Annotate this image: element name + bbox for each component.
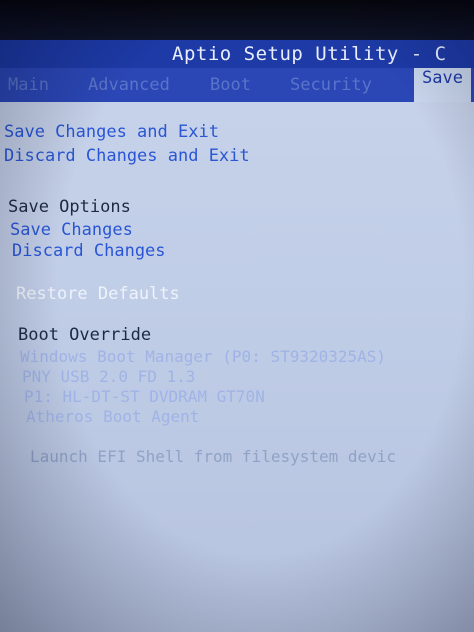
boot-override-item-dvdram[interactable]: P1: HL-DT-ST DVDRAM GT70N <box>24 387 265 406</box>
discard-changes-option[interactable]: Discard Changes <box>12 241 166 261</box>
launch-efi-shell-option[interactable]: Launch EFI Shell from filesystem devic <box>30 447 396 466</box>
tab-boot[interactable]: Boot <box>210 75 251 95</box>
boot-override-item-pny-usb[interactable]: PNY USB 2.0 FD 1.3 <box>22 367 195 386</box>
restore-defaults-option[interactable]: Restore Defaults <box>16 284 180 304</box>
tab-save[interactable]: Save <box>414 68 471 102</box>
save-menu-panel: Save Changes and Exit Discard Changes an… <box>0 102 474 632</box>
tab-security[interactable]: Security <box>290 75 372 95</box>
save-changes-and-exit-option[interactable]: Save Changes and Exit <box>4 122 219 142</box>
screen-bezel <box>0 0 474 44</box>
utility-title: Aptio Setup Utility - C <box>172 43 447 65</box>
boot-override-item-windows-boot-manager[interactable]: Windows Boot Manager (P0: ST9320325AS) <box>20 347 386 366</box>
save-changes-option[interactable]: Save Changes <box>10 220 133 240</box>
discard-changes-and-exit-option[interactable]: Discard Changes and Exit <box>4 146 250 166</box>
tab-advanced[interactable]: Advanced <box>88 75 170 95</box>
tab-bar: Main Advanced Boot Security Save <box>0 68 474 102</box>
boot-override-heading: Boot Override <box>18 325 152 345</box>
boot-override-item-atheros[interactable]: Atheros Boot Agent <box>26 407 199 426</box>
tab-main[interactable]: Main <box>8 75 49 95</box>
bios-header: Aptio Setup Utility - C <box>0 40 474 70</box>
save-options-heading: Save Options <box>8 197 131 217</box>
